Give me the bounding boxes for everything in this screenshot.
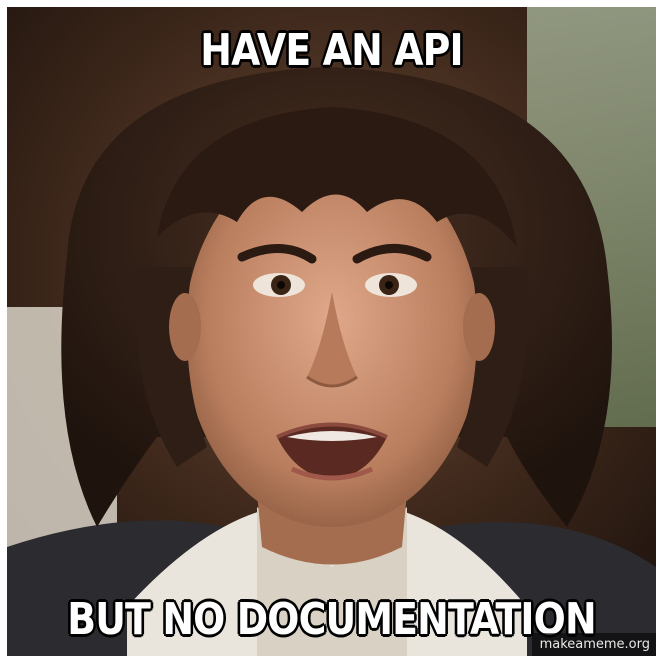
watermark: makeameme.org: [531, 633, 656, 656]
meme-top-caption: HAVE AN API: [200, 25, 463, 76]
meme-bottom-caption: BUT NO DOCUMENTATION: [67, 594, 596, 645]
meme-photo: [7, 7, 656, 656]
meme-image: HAVE AN API BUT NO DOCUMENTATION makeame…: [7, 7, 656, 656]
